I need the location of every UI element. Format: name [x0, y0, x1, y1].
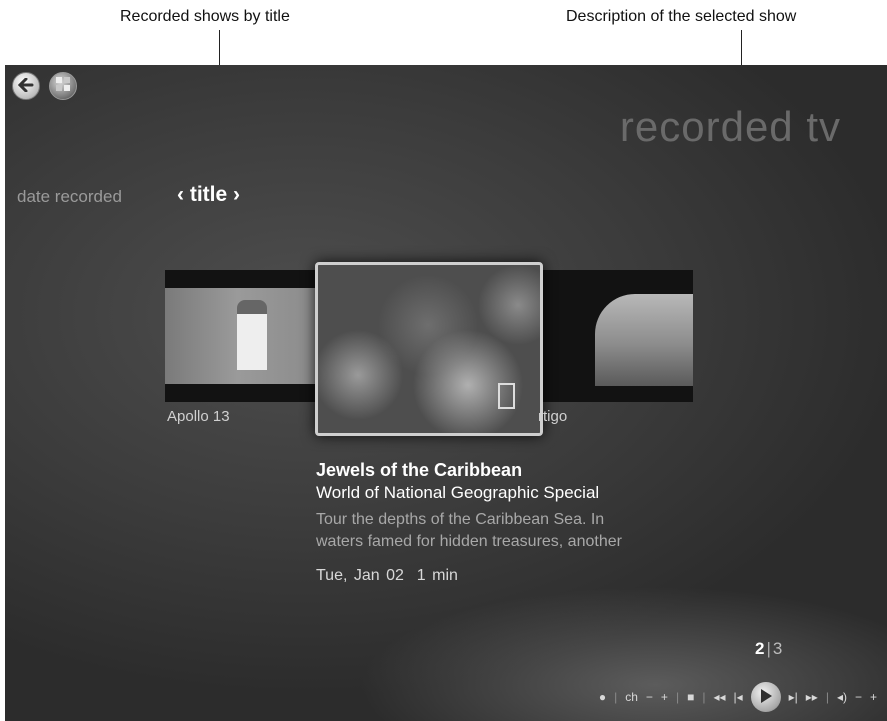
show-subtitle: World of National Geographic Special [316, 483, 600, 502]
description-line: waters famed for hidden treasures, anoth… [316, 533, 622, 550]
start-button[interactable] [49, 72, 77, 100]
show-thumbnail-apollo-13[interactable] [165, 270, 325, 402]
sort-by-date-recorded[interactable]: date recorded [17, 187, 122, 207]
page-total: 3 [772, 639, 783, 658]
description-line: Tour the depths of the Caribbean Sea. In [316, 511, 605, 528]
page-title: recorded tv [619, 103, 841, 150]
skip-forward-button[interactable]: ▸| [789, 690, 798, 704]
separator: | [702, 690, 706, 704]
show-label-apollo-13: Apollo 13 [167, 408, 230, 425]
windows-start-icon [55, 76, 71, 96]
volume-up-button[interactable]: + [870, 690, 877, 704]
show-thumbnail-vertigo[interactable] [535, 270, 693, 402]
sort-by-title[interactable]: ‹ title › [177, 183, 240, 207]
back-button[interactable] [12, 72, 40, 100]
callout-recorded-shows-by-title: Recorded shows by title [120, 8, 290, 25]
volume-down-button[interactable]: − [855, 690, 862, 704]
page-indicator: 2 | 3 [755, 639, 782, 659]
show-description: Tour the depths of the Caribbean Sea. In… [316, 509, 736, 553]
show-title: Jewels of the Caribbean [316, 460, 523, 480]
separator: | [825, 690, 829, 704]
channel-label: ch [625, 690, 638, 704]
show-meta: Tue, Jan 02 1 min [316, 567, 736, 585]
play-button[interactable] [750, 682, 781, 712]
play-icon [759, 688, 773, 707]
rewind-button[interactable]: ◂◂ [713, 690, 725, 704]
mute-button[interactable]: ◂) [837, 690, 847, 704]
media-center-screen: recorded tv date recorded ‹ title › Apol… [5, 65, 887, 721]
separator: | [675, 690, 680, 704]
fast-forward-button[interactable]: ▸▸ [806, 690, 818, 704]
selected-show-thumbnail[interactable] [315, 262, 543, 436]
thumbnail-marker [498, 383, 515, 409]
show-label-vertigo: rtigo [538, 408, 568, 425]
thumbnail-image [595, 294, 693, 386]
stop-button[interactable]: ■ [687, 690, 694, 704]
back-arrow-icon [17, 77, 34, 96]
separator: | [614, 690, 618, 704]
show-duration: 1 min [416, 567, 458, 584]
transport-controls: ● | ch − + | ■ | ◂◂ |◂ ▸| ▸▸ | ◂) − + [599, 682, 877, 712]
record-button[interactable]: ● [599, 690, 606, 704]
channel-up-button[interactable]: + [661, 690, 668, 704]
callout-description-of-selected-show: Description of the selected show [566, 8, 797, 25]
channel-down-button[interactable]: − [646, 690, 653, 704]
show-details: Jewels of the Caribbean World of Nationa… [316, 460, 736, 585]
skip-back-button[interactable]: |◂ [733, 690, 742, 704]
thumbnail-person [237, 300, 267, 370]
show-date: Tue, Jan 02 [316, 567, 404, 584]
page-separator: | [766, 639, 771, 658]
page-current: 2 [755, 639, 765, 658]
